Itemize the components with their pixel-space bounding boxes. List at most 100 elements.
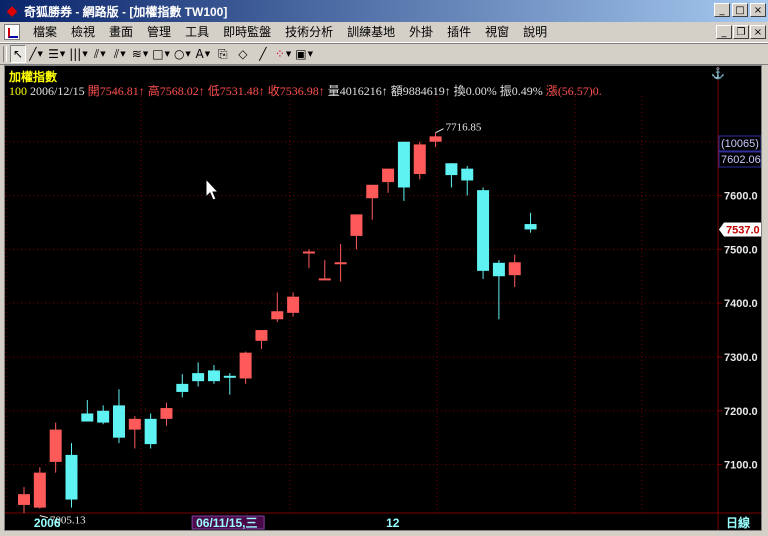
minimize-button[interactable]: _ (714, 3, 730, 17)
turnover-label: 換 (453, 84, 466, 98)
quote-date: 2006/12/15 (30, 84, 85, 98)
mdi-close-button[interactable]: × (750, 25, 766, 39)
color-palette-button[interactable]: ⁘ ▼ (273, 45, 293, 63)
rectangle-tool-button[interactable]: □ ▼ (150, 45, 172, 63)
eraser-icon: ◇ (238, 47, 248, 61)
up-arrow-icon: ↑ (318, 84, 325, 98)
palette-icon: ⁘ (274, 47, 285, 61)
y-tick-label: 7100.0 (724, 460, 758, 472)
menu-technical-analysis[interactable]: 技術分析 (278, 22, 340, 42)
save-icon: ▣ (295, 47, 307, 61)
maximize-button[interactable]: □ (732, 3, 748, 17)
menu-view[interactable]: 檢視 (64, 22, 102, 42)
vertical-lines-tool-button[interactable]: ||| ▼ (67, 45, 90, 63)
candle-body (445, 163, 458, 176)
candle-body (508, 262, 521, 276)
fan-tool-button[interactable]: ⫽ ▼ (90, 45, 110, 63)
anchor-icon[interactable]: ⚓ (711, 67, 725, 80)
candle-body (112, 405, 125, 438)
chevron-down-icon: ▼ (59, 50, 66, 58)
menu-plugins-external[interactable]: 外掛 (402, 22, 440, 42)
eraser-button[interactable]: ◇ (233, 45, 253, 63)
right-axis-marker: 7602.06 (721, 154, 761, 166)
up-arrow-icon: ↑ (258, 84, 265, 98)
candle-body (302, 251, 315, 254)
chevron-down-icon: ▼ (120, 50, 126, 58)
up-arrow-icon: ↑ (381, 84, 388, 98)
chevron-down-icon: ▼ (100, 50, 106, 58)
candle-body (49, 429, 62, 462)
text-icon: A (195, 47, 204, 61)
candle-body (429, 136, 442, 142)
fan-icon: ⫽ (93, 46, 100, 61)
volume-label: 量 (327, 84, 340, 98)
y-tick-label: 7500.0 (724, 244, 758, 256)
x-tick-label: 12 (386, 516, 400, 530)
up-arrow-icon: ↑ (138, 84, 145, 98)
menu-training-base[interactable]: 訓練基地 (340, 22, 402, 42)
candle-body (65, 454, 78, 500)
save-button[interactable]: ▣ ▼ (293, 45, 315, 63)
document-chart-icon[interactable] (4, 24, 20, 40)
copy-icon: ⎘ (218, 46, 228, 61)
low-value: 7531.48 (219, 84, 259, 98)
rectangle-icon: □ (152, 47, 164, 61)
annotation-leader (435, 128, 444, 134)
menu-help[interactable]: 說明 (516, 22, 554, 42)
candle-body (33, 472, 46, 508)
candle-body (239, 352, 252, 379)
amplitude-label: 振 (499, 84, 512, 98)
chevron-down-icon: ▼ (82, 50, 88, 58)
cursor-tool-button[interactable]: ↖ (10, 45, 27, 63)
mdi-controls: _ ❐ × (716, 25, 766, 39)
menu-window[interactable]: 視窗 (478, 22, 516, 42)
copy-button[interactable]: ⎘ (213, 45, 233, 63)
ellipse-tool-button[interactable]: ○ ▼ (172, 45, 193, 63)
candle-body (350, 214, 363, 236)
pencil-button[interactable]: ╱ (253, 45, 273, 63)
menu-screen[interactable]: 畫面 (102, 22, 140, 42)
candle-body (492, 262, 505, 277)
menu-realtime-monitor[interactable]: 即時監盤 (216, 22, 278, 42)
menu-bar: 檔案 檢視 畫面 管理 工具 即時監盤 技術分析 訓練基地 外掛 插件 視窗 說… (0, 22, 768, 43)
menu-addins[interactable]: 插件 (440, 22, 478, 42)
candle-body (18, 494, 30, 505)
amplitude-value: 0.49% (511, 84, 543, 98)
candle-body (366, 184, 379, 199)
candle-body (477, 190, 490, 271)
y-tick-label: 7600.0 (724, 191, 758, 203)
channel-icon: ⫽ (113, 46, 120, 61)
chart-panel[interactable]: 7100.07200.07300.07400.07500.07600.07700… (4, 65, 762, 531)
y-tick-label: 7200.0 (724, 406, 758, 418)
candle-body (207, 370, 220, 382)
candle-body (160, 408, 173, 419)
candle-body (461, 168, 474, 181)
x-tick-label: 06/11/15,三 (196, 516, 257, 530)
fibonacci-tool-button[interactable]: ≋ ▼ (130, 45, 150, 63)
y-tick-label: 7400.0 (724, 298, 758, 310)
price-annotation: 7716.85 (446, 122, 482, 134)
period-value: 100 (9, 84, 27, 98)
menu-file[interactable]: 檔案 (26, 22, 64, 42)
turnover-value: 0.00% (465, 84, 497, 98)
text-tool-button[interactable]: A ▼ (193, 45, 213, 63)
mouse-cursor-icon (205, 177, 220, 201)
menu-manage[interactable]: 管理 (140, 22, 178, 42)
candle-body (223, 375, 236, 378)
chevron-down-icon: ▼ (164, 50, 170, 58)
mdi-minimize-button[interactable]: _ (716, 25, 732, 39)
channel-tool-button[interactable]: ⫽ ▼ (110, 45, 130, 63)
mdi-restore-button[interactable]: ❐ (733, 25, 749, 39)
window-controls: _ □ × (714, 3, 766, 17)
open-value: 7546.81 (99, 84, 139, 98)
menu-tools[interactable]: 工具 (178, 22, 216, 42)
drawing-toolbar: ↖ ╱ ▼ ☰ ▼ ||| ▼ ⫽ ▼ ⫽ ▼ ≋ ▼ □ ▼ ○ ▼ A ▼ ⎘ ◇ ╱ ⁘ ▼ … (0, 43, 768, 65)
line-tool-button[interactable]: ╱ ▼ (26, 45, 46, 63)
candlestick-chart[interactable]: 7100.07200.07300.07400.07500.07600.07700… (5, 66, 761, 530)
right-axis-marker: (10065) (721, 138, 759, 150)
candle-body (334, 262, 347, 265)
horizontal-lines-tool-button[interactable]: ☰ ▼ (46, 45, 67, 63)
chevron-down-icon: ▼ (307, 50, 313, 58)
close-button[interactable]: × (750, 3, 766, 17)
change-value: (56.57)0. (557, 84, 602, 98)
